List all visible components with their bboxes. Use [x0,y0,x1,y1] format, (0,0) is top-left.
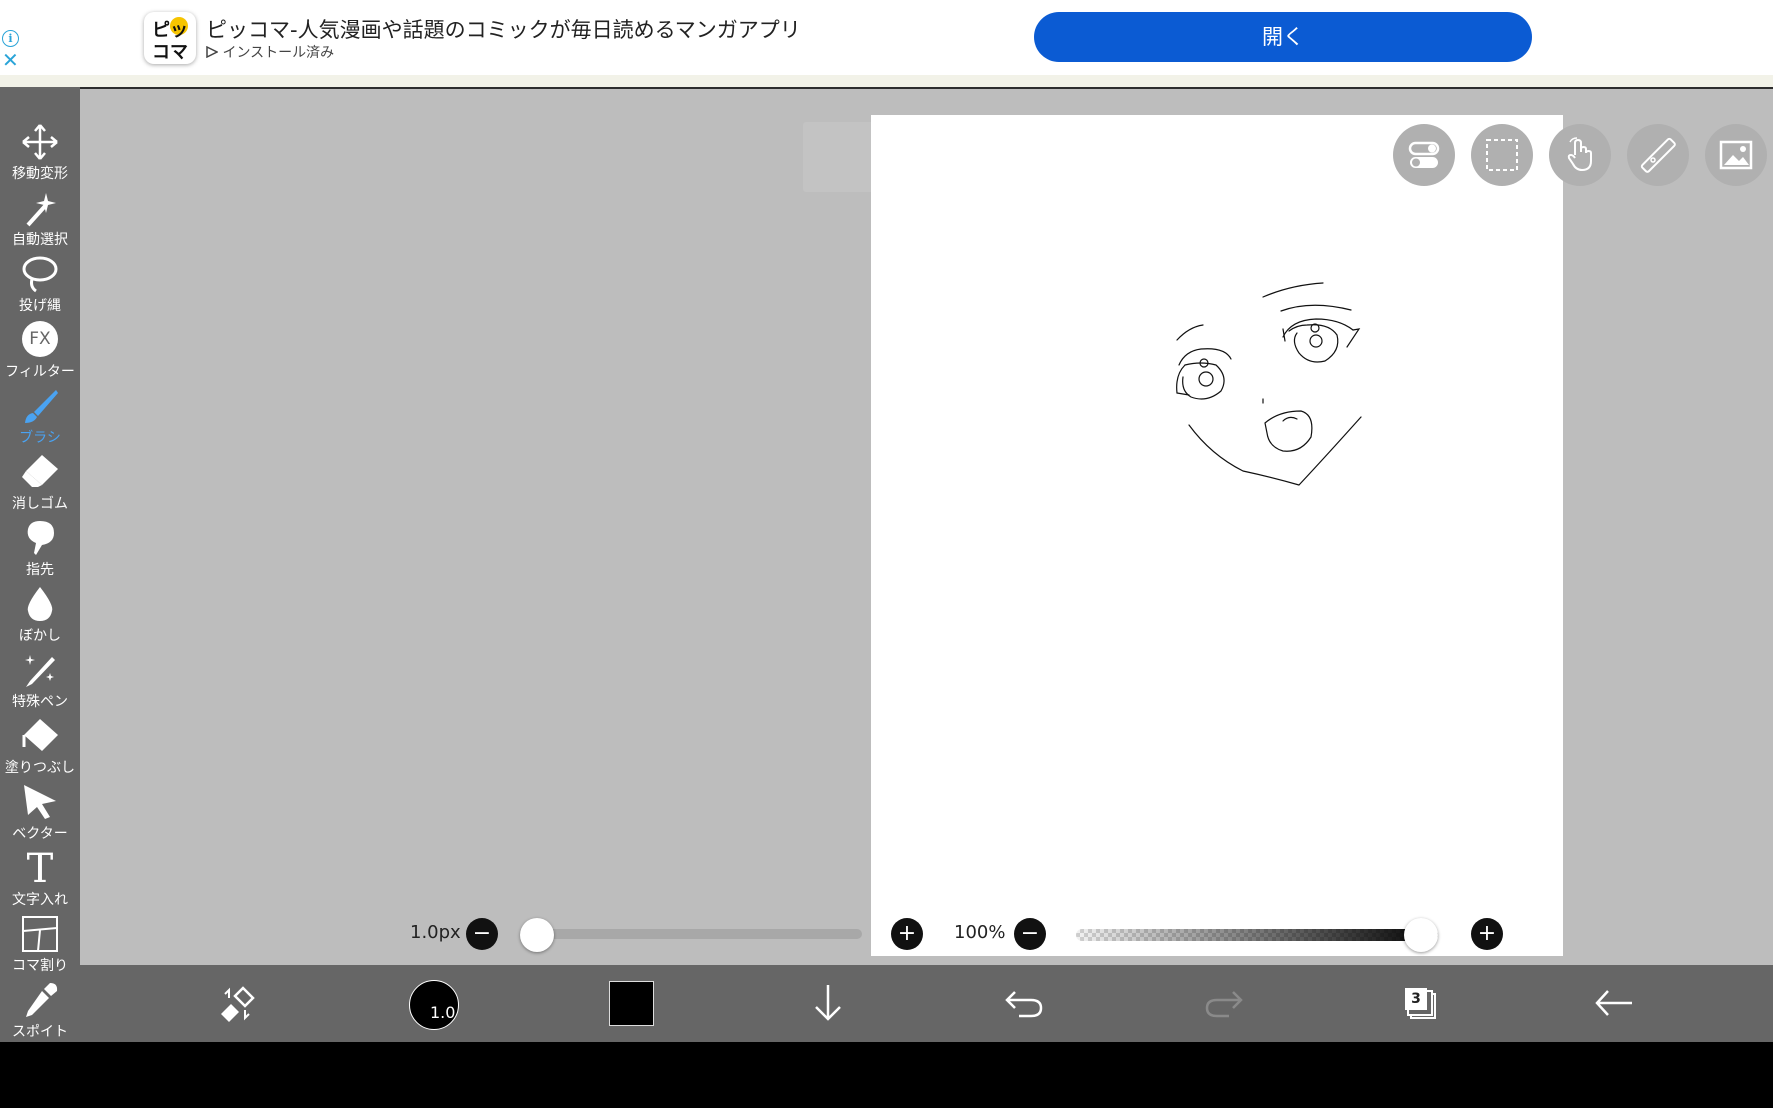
bottom-toolbar [80,965,1773,1042]
brush-size-preview[interactable]: 1.0 [409,980,459,1030]
magic-wand-icon [26,193,56,227]
fill-bucket-icon [22,719,58,751]
play-store-icon [206,45,219,59]
current-color-swatch[interactable] [609,981,654,1026]
settings-toggle-button[interactable] [1393,124,1455,186]
lasso-icon [22,256,58,293]
ad-open-button[interactable]: 開く [1034,12,1532,62]
finger-smudge-icon [27,521,54,555]
tool-label: 消しゴム [12,496,68,512]
dashed-selection-icon [1486,139,1518,171]
tool-label: ベクター [12,826,68,842]
tool-filter[interactable]: FX フィルター [0,319,80,383]
system-navigation-area [0,1042,1773,1108]
tool-label: 投げ縄 [19,298,61,314]
hand-icon [1567,137,1592,172]
tool-special-pen[interactable]: 特殊ペン [0,649,80,713]
brush-size-badge: 1.0 [430,1003,456,1022]
tool-label: ぼかし [19,628,61,644]
tool-lasso[interactable]: 投げ縄 [0,253,80,317]
brush-size-value: 1.0px [410,922,461,943]
tool-fill[interactable]: 塗りつぶし [0,715,80,779]
text-icon: T [26,846,54,892]
layer-count: 3 [1405,988,1427,1010]
size-increase-button[interactable]: + [891,918,923,950]
ad-title[interactable]: ピッコマ-人気漫画や話題のコミックが毎日読めるマンガアプリ [206,14,801,44]
ad-close-icon[interactable]: ✕ [2,50,19,70]
ad-info-icon[interactable]: i [2,30,19,47]
tool-finger[interactable]: 指先 [0,517,80,581]
undo-icon[interactable] [1005,986,1045,1020]
eraser-icon [22,455,58,487]
tool-move-transform[interactable]: 移動変形 [0,121,80,185]
move-icon [22,124,58,160]
download-arrow-icon[interactable] [810,983,846,1023]
tool-sidebar: 移動変形 自動選択 投げ縄 FX フィルター ブラシ 消しゴム 指先 ぼかし 特… [0,87,80,1042]
tool-label: 文字入れ [12,892,68,908]
brush-size-slider[interactable] [520,929,862,939]
eyedropper-icon [26,983,58,1017]
tool-label: スポイト [12,1024,68,1040]
sketch-drawing [1176,282,1362,486]
tool-label: 移動変形 [12,166,68,182]
tool-label: 自動選択 [12,232,68,248]
tool-label: 指先 [26,562,54,578]
fx-filter-icon: FX [22,321,58,357]
tool-label: 塗りつぶし [4,760,76,776]
opacity-decrease-button[interactable]: − [1014,918,1046,950]
tool-eyedropper[interactable]: スポイト [0,979,80,1043]
hand-tool-button[interactable] [1549,124,1611,186]
tool-brush[interactable]: ブラシ [0,385,80,449]
opacity-increase-button[interactable]: + [1471,918,1503,950]
tool-auto-select[interactable]: 自動選択 [0,187,80,251]
tool-label: コマ割り [12,958,68,974]
logo-text-line2: コマ [152,42,188,63]
swap-tool-icon[interactable] [217,984,257,1024]
tool-label: ブラシ [19,430,61,446]
brush-opacity-slider-knob[interactable] [1404,918,1438,952]
redo-icon[interactable] [1203,986,1243,1020]
panel-split-icon [22,916,58,952]
brush-opacity-value: 100% [954,922,1006,943]
layers-button[interactable]: 3 [1400,985,1436,1019]
brush-opacity-slider[interactable] [1076,929,1438,941]
brush-size-slider-knob[interactable] [520,918,554,952]
image-icon [1719,140,1753,170]
ad-app-logo[interactable]: ピッ コマ [144,12,196,64]
brush-icon [25,390,58,423]
tool-text[interactable]: T 文字入れ [0,847,80,911]
back-arrow-icon[interactable] [1594,988,1634,1018]
ad-divider [0,75,1773,89]
size-decrease-button[interactable]: − [466,918,498,950]
tool-label: 特殊ペン [12,694,68,710]
selection-button[interactable] [1471,124,1533,186]
ad-banner[interactable]: i ✕ ピッ コマ ピッコマ-人気漫画や話題のコミックが毎日読めるマンガアプリ … [0,0,1773,75]
toggle-switch-icon [1408,141,1440,168]
drawing-canvas[interactable] [871,115,1563,956]
tool-blur[interactable]: ぼかし [0,583,80,647]
special-pen-icon [25,655,55,687]
vector-arrow-icon [24,785,56,819]
tool-panel-split[interactable]: コマ割り [0,913,80,977]
tool-label: フィルター [5,364,75,380]
tool-eraser[interactable]: 消しゴム [0,451,80,515]
ruler-icon [1640,137,1676,173]
image-button[interactable] [1705,124,1767,186]
tool-vector[interactable]: ベクター [0,781,80,845]
ruler-button[interactable] [1627,124,1689,186]
blur-drop-icon [27,587,53,621]
ad-subtitle: インストール済み [206,42,334,62]
ad-installed-text: インストール済み [222,45,335,61]
